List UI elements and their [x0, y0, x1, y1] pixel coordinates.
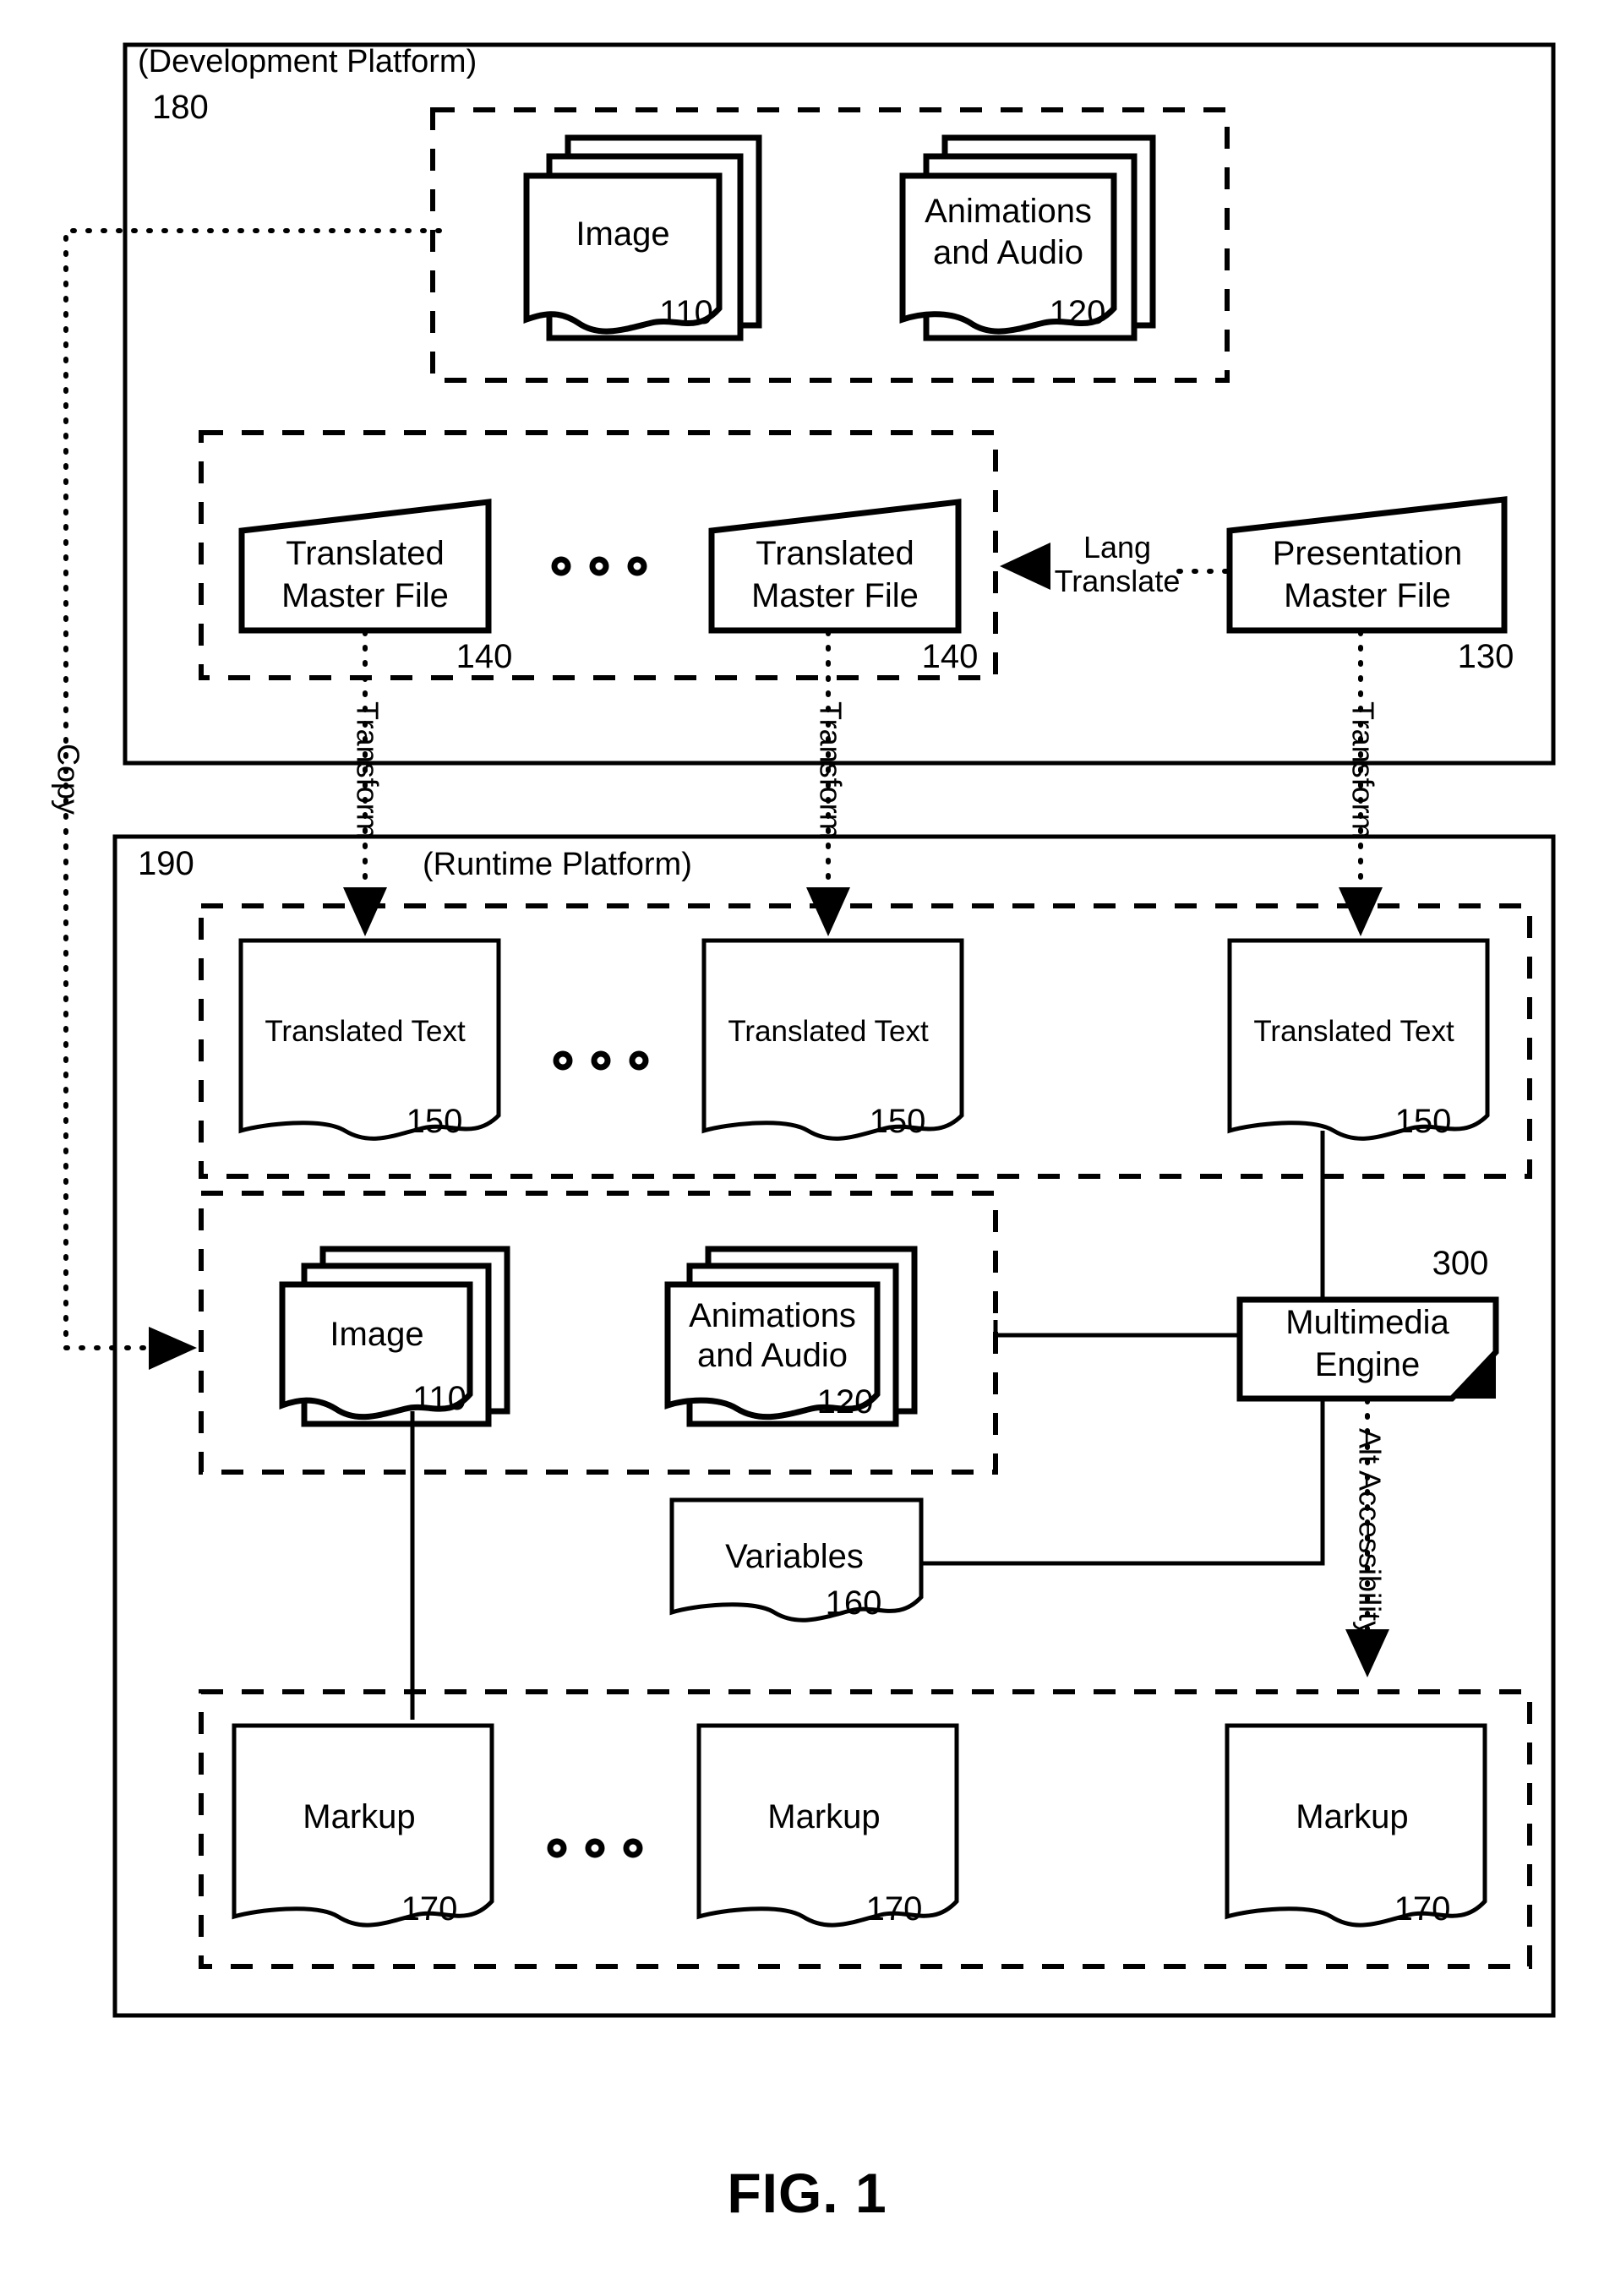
translated-text-3-ref: 150	[1395, 1103, 1452, 1140]
translated-text-1-label: Translated Text	[265, 1015, 466, 1048]
dev-animations-ref: 120	[1050, 294, 1106, 331]
development-platform-ref: 180	[152, 89, 209, 126]
markup-1-label: Markup	[303, 1798, 415, 1835]
markup-1-ref: 170	[401, 1890, 458, 1928]
dev-image-ref: 110	[659, 294, 713, 331]
transform-label-2: Transform	[813, 701, 848, 839]
transform-label-3: Transform	[1345, 701, 1380, 839]
lang-translate-label-line2: Translate	[1055, 564, 1181, 598]
alt-accessibility-label: Alt Accessibility	[1352, 1428, 1387, 1636]
markup-3: Markup 170	[1225, 1723, 1487, 1928]
runtime-platform-ref: 190	[138, 845, 194, 882]
translated-master-file-1-line2: Master File	[281, 577, 449, 614]
translated-master-file-2-line2: Master File	[751, 577, 919, 614]
multimedia-engine-line2: Engine	[1315, 1346, 1421, 1383]
dev-animations-label-line2: and Audio	[933, 234, 1083, 271]
runtime-image-ref: 110	[412, 1380, 466, 1417]
dev-animations-label-line1: Animations	[925, 193, 1092, 230]
dev-image-label: Image	[576, 215, 669, 253]
translated-master-file-1-line1: Translated	[286, 535, 445, 572]
lang-translate-label-line1: Lang	[1083, 530, 1151, 564]
presentation-master-file-ref: 130	[1458, 638, 1514, 675]
translated-text-2: Translated Text 150	[701, 938, 964, 1141]
markup-2-label: Markup	[767, 1798, 880, 1835]
runtime-platform-title: (Runtime Platform)	[423, 847, 692, 882]
presentation-master-file-line1: Presentation	[1273, 535, 1463, 572]
runtime-animations-label-line1: Animations	[689, 1297, 856, 1334]
translated-master-file-2-ref: 140	[922, 638, 979, 675]
variables-node: Variables 160	[669, 1497, 924, 1622]
translated-master-file-1-ref: 140	[456, 638, 513, 675]
markup-2: Markup 170	[696, 1723, 959, 1928]
transform-label-1: Transform	[350, 701, 385, 839]
multimedia-engine-ref: 300	[1432, 1245, 1489, 1282]
translated-text-1: Translated Text 150	[238, 938, 501, 1141]
translated-text-3-label: Translated Text	[1253, 1015, 1454, 1048]
runtime-image-stack: Image 110	[279, 1246, 510, 1427]
runtime-image-label: Image	[330, 1316, 423, 1353]
translated-master-file-2-line1: Translated	[756, 535, 914, 572]
patent-figure-1: (Development Platform) 180 Image 110 Ani…	[0, 0, 1615, 2296]
figure-canvas: (Development Platform) 180 Image 110 Ani…	[51, 42, 1556, 2224]
translated-text-3: Translated Text 150	[1227, 938, 1490, 1141]
markup-1: Markup 170	[232, 1723, 494, 1928]
multimedia-engine-line1: Multimedia	[1285, 1304, 1449, 1341]
development-platform-title: (Development Platform)	[138, 44, 477, 79]
variables-ref: 160	[826, 1584, 882, 1622]
translated-text-2-label: Translated Text	[728, 1015, 929, 1048]
markup-3-ref: 170	[1394, 1890, 1451, 1928]
markup-2-ref: 170	[866, 1890, 923, 1928]
dev-animations-audio-stack: Animations and Audio 120	[899, 134, 1156, 341]
runtime-animations-label-line2: and Audio	[697, 1337, 848, 1374]
dev-image-stack: Image 110	[523, 134, 762, 341]
figure-caption: FIG. 1	[727, 2162, 887, 2224]
copy-label: Copy	[51, 744, 85, 815]
development-platform-box	[123, 42, 1556, 766]
presentation-master-file-line2: Master File	[1284, 577, 1451, 614]
markup-3-label: Markup	[1296, 1798, 1408, 1835]
translated-text-1-ref: 150	[406, 1103, 463, 1140]
runtime-animations-audio-stack: Animations and Audio 120	[664, 1246, 918, 1427]
translated-text-2-ref: 150	[870, 1103, 926, 1140]
variables-label: Variables	[725, 1538, 864, 1575]
runtime-animations-ref: 120	[817, 1383, 874, 1421]
